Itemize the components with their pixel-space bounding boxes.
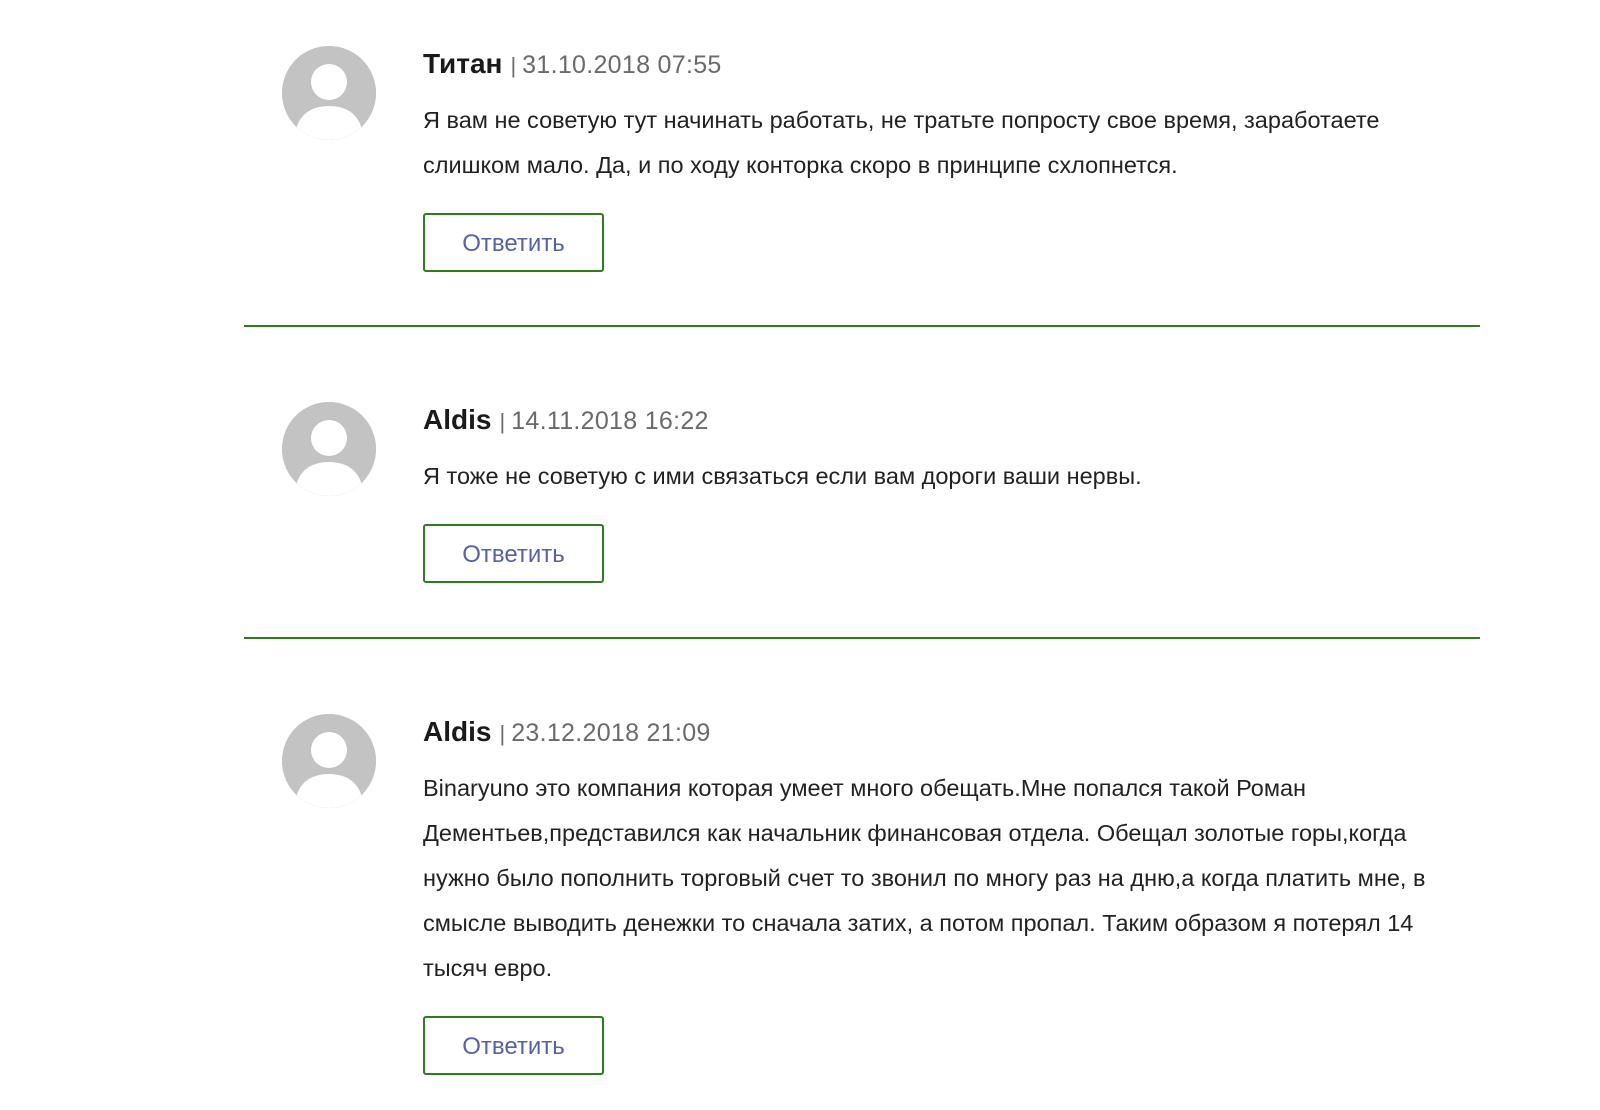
comment: Aldis | 23.12.2018 21:09 Binaryuno это к… <box>244 714 1480 1075</box>
comment-author[interactable]: Aldis <box>423 404 491 436</box>
comment-divider <box>244 637 1480 639</box>
comment-date[interactable]: 14.11.2018 16:22 <box>511 407 709 436</box>
comment-meta: Aldis | 14.11.2018 16:22 <box>423 402 1480 436</box>
comment-divider <box>244 325 1480 327</box>
comment: Титан | 31.10.2018 07:55 Я вам не совету… <box>244 46 1480 272</box>
comment-text: Binaryuno это компания которая умеет мно… <box>423 775 1426 981</box>
user-avatar-icon <box>282 46 376 140</box>
reply-button[interactable]: Ответить <box>423 524 604 583</box>
user-avatar-icon <box>282 714 376 808</box>
meta-separator: | <box>499 721 506 746</box>
meta-separator: | <box>499 409 506 434</box>
comment-text: Я вам не советую тут начинать работать, … <box>423 107 1380 178</box>
comment-date[interactable]: 31.10.2018 07:55 <box>522 51 721 80</box>
reply-button[interactable]: Ответить <box>423 1016 604 1075</box>
user-avatar-icon <box>282 402 376 496</box>
reply-button[interactable]: Ответить <box>423 213 604 272</box>
comment: Aldis | 14.11.2018 16:22 Я тоже не совет… <box>244 402 1480 583</box>
comment-author[interactable]: Aldis <box>423 716 491 748</box>
comment-date[interactable]: 23.12.2018 21:09 <box>511 719 710 748</box>
comment-author[interactable]: Титан <box>423 48 502 80</box>
comment-meta: Aldis | 23.12.2018 21:09 <box>423 714 1480 748</box>
comment-meta: Титан | 31.10.2018 07:55 <box>423 46 1480 80</box>
meta-separator: | <box>510 53 517 78</box>
comment-text: Я тоже не советую с ими связаться если в… <box>423 463 1142 489</box>
